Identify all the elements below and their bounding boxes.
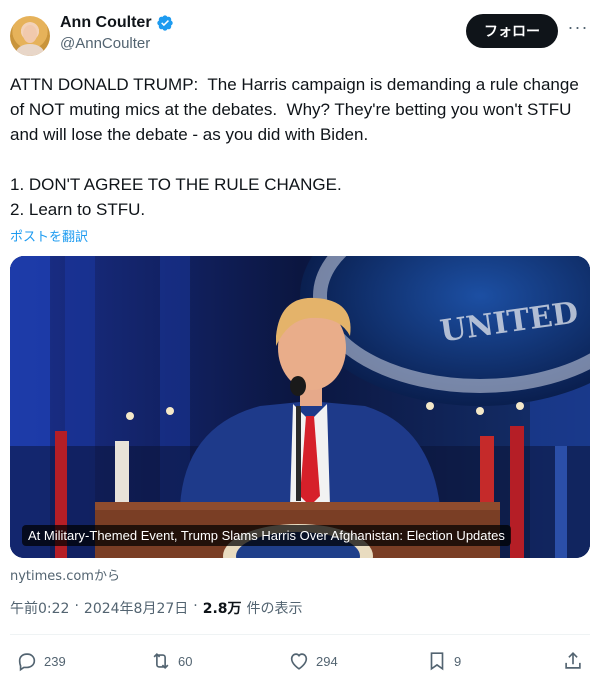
repost-count: 60 xyxy=(178,653,193,669)
more-options-icon[interactable]: ··· xyxy=(566,18,590,40)
divider xyxy=(10,634,590,635)
action-bar: 239 60 294 9 xyxy=(10,646,590,676)
bookmark-icon xyxy=(430,652,444,671)
tweet-header: Ann Coulter @AnnCoulter フォロー ··· xyxy=(10,12,590,62)
tweet-meta: 午前0:22 · 2024年8月27日 · 2.8万 件の表示 xyxy=(10,598,303,618)
repost-icon xyxy=(153,652,169,670)
user-name[interactable]: Ann Coulter xyxy=(60,14,152,32)
reply-icon xyxy=(18,653,36,672)
tweet-date[interactable]: 2024年8月27日 xyxy=(84,598,188,618)
link-card[interactable]: UNITED At Military-Themed Event, Trump S… xyxy=(10,256,590,558)
view-label: 件の表示 xyxy=(246,601,303,617)
share-button[interactable] xyxy=(562,650,584,677)
reply-button[interactable]: 239 xyxy=(16,650,66,672)
translate-link[interactable]: ポストを翻訳 xyxy=(10,226,88,245)
card-image: UNITED xyxy=(10,256,590,558)
like-button[interactable]: 294 xyxy=(288,650,338,672)
verified-badge-icon xyxy=(156,15,173,31)
reply-count: 239 xyxy=(44,653,66,669)
user-handle[interactable]: @AnnCoulter xyxy=(60,35,174,52)
like-count: 294 xyxy=(316,653,338,669)
avatar-shoulders xyxy=(16,44,44,56)
view-count: 2.8万 xyxy=(202,601,242,617)
bookmark-button[interactable]: 9 xyxy=(426,650,461,672)
repost-button[interactable]: 60 xyxy=(150,650,192,672)
tweet-text: ATTN DONALD TRUMP: The Harris campaign i… xyxy=(10,75,579,219)
bookmark-count: 9 xyxy=(454,653,462,669)
user-info: Ann Coulter @AnnCoulter xyxy=(60,14,174,52)
tweet-time[interactable]: 午前0:22 xyxy=(10,598,69,618)
meta-separator: · xyxy=(74,598,79,614)
avatar[interactable] xyxy=(10,16,50,56)
follow-button[interactable]: フォロー xyxy=(466,14,558,48)
heart-icon xyxy=(290,653,308,670)
meta-separator-2: · xyxy=(193,598,198,614)
card-source[interactable]: nytimes.comから xyxy=(10,565,120,584)
avatar-face xyxy=(23,25,37,43)
name-row: Ann Coulter xyxy=(60,14,174,32)
card-caption: At Military-Themed Event, Trump Slams Ha… xyxy=(22,525,511,546)
share-icon xyxy=(565,652,581,669)
